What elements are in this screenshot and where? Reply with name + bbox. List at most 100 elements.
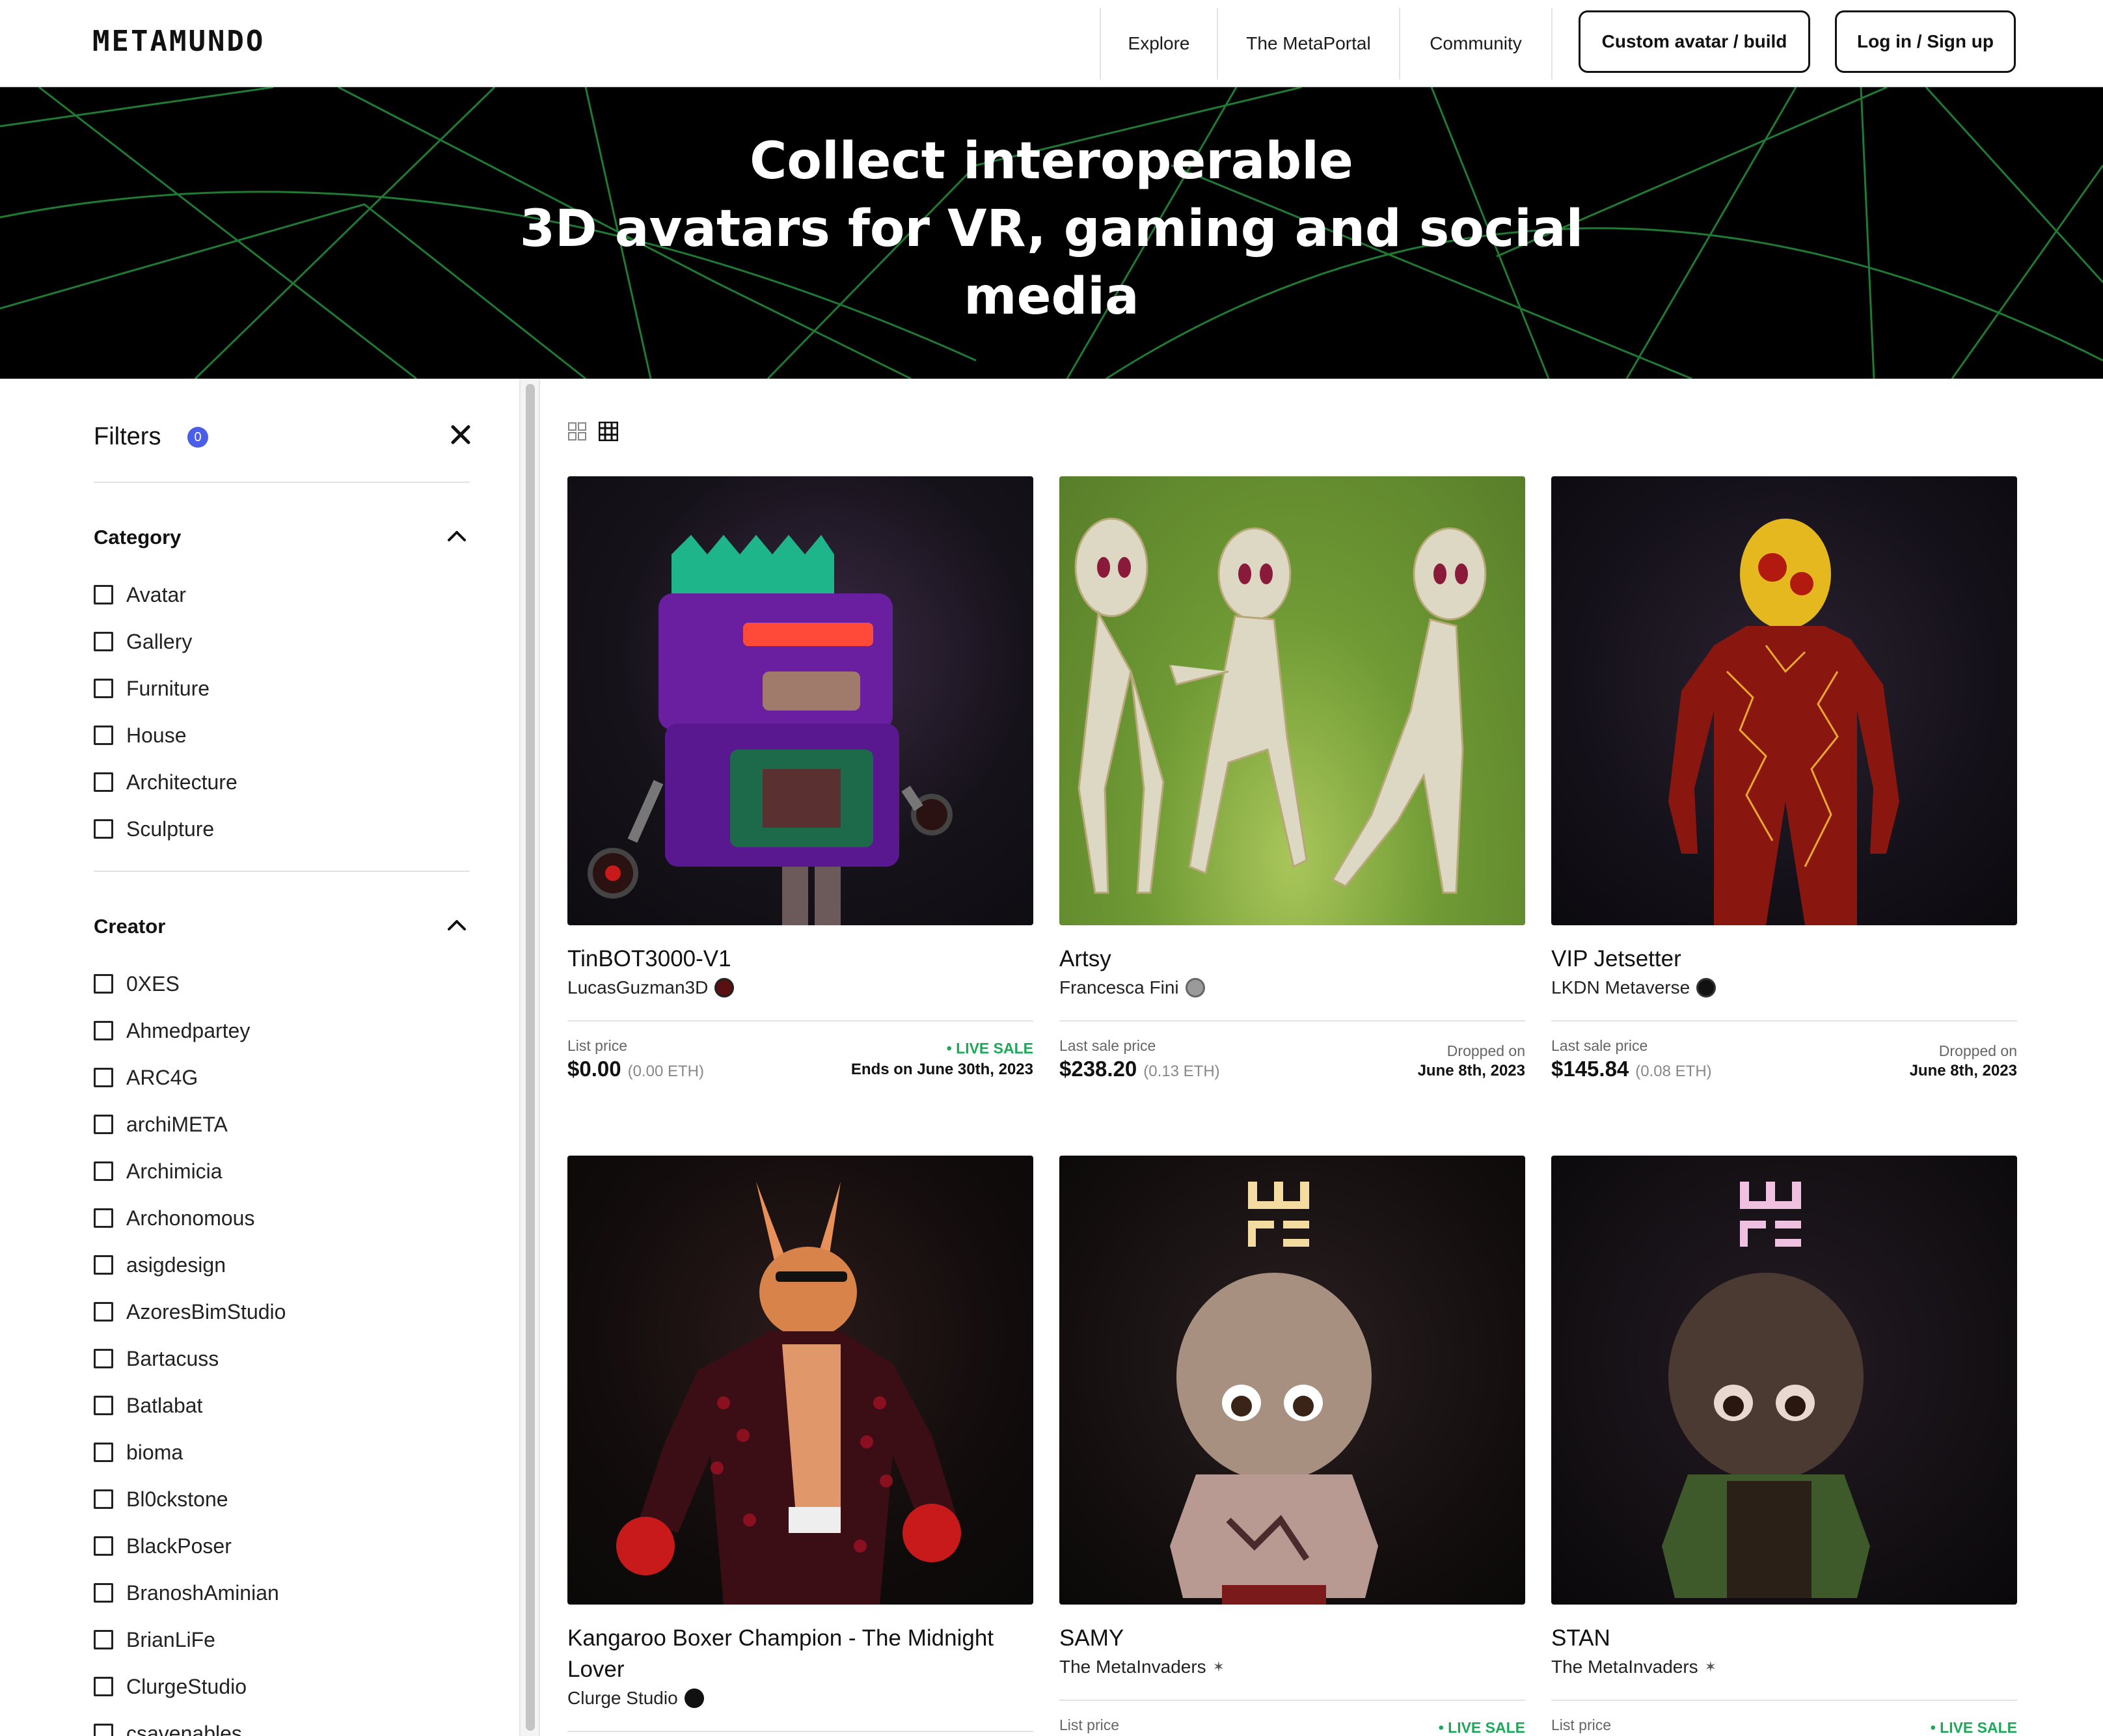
option-label: csavenables bbox=[126, 1721, 242, 1736]
product-title[interactable]: Artsy bbox=[1059, 943, 1525, 975]
small-grid-view-icon[interactable] bbox=[599, 422, 618, 441]
product-title[interactable]: SAMY bbox=[1059, 1623, 1525, 1654]
creator-option[interactable]: Bl0ckstone bbox=[94, 1485, 228, 1513]
category-option[interactable]: House bbox=[94, 721, 187, 750]
product-title[interactable]: STAN bbox=[1551, 1623, 2017, 1654]
large-grid-view-icon[interactable] bbox=[567, 422, 587, 441]
option-label: archiMETA bbox=[126, 1112, 228, 1136]
product-title[interactable]: TinBOT3000-V1 bbox=[567, 943, 1033, 975]
price-label: List price bbox=[1059, 1716, 1120, 1733]
dropped-date: June 8th, 2023 bbox=[1909, 1062, 2017, 1079]
product-card[interactable]: TinBOT3000-V1 LucasGuzman3D List price $… bbox=[567, 476, 1033, 1088]
product-thumbnail[interactable] bbox=[1059, 476, 1525, 925]
chevron-up-icon[interactable] bbox=[445, 917, 468, 933]
creator-option[interactable]: ARC4G bbox=[94, 1063, 198, 1092]
product-creator[interactable]: Clurge Studio bbox=[567, 1688, 704, 1709]
creator-option[interactable]: ClurgeStudio bbox=[94, 1672, 247, 1701]
checkbox[interactable] bbox=[94, 974, 113, 994]
nav-metaportal-link[interactable]: The MetaPortal bbox=[1217, 8, 1399, 79]
checkbox[interactable] bbox=[94, 585, 113, 604]
close-filters-icon[interactable] bbox=[448, 422, 474, 448]
checkbox[interactable] bbox=[94, 1255, 113, 1275]
product-card[interactable]: Artsy Francesca Fini Last sale price $23… bbox=[1059, 476, 1525, 1088]
checkbox[interactable] bbox=[94, 1208, 113, 1228]
custom-avatar-button[interactable]: Custom avatar / build bbox=[1579, 10, 1810, 73]
metamundo-logo[interactable]: METAMUNDO bbox=[92, 25, 265, 58]
checkbox[interactable] bbox=[94, 1724, 113, 1736]
login-signup-button[interactable]: Log in / Sign up bbox=[1835, 10, 2016, 73]
creator-option[interactable]: Ahmedpartey bbox=[94, 1016, 250, 1045]
creator-option[interactable]: archiMETA bbox=[94, 1110, 228, 1139]
creator-option[interactable]: 0XES bbox=[94, 970, 180, 998]
product-thumbnail[interactable] bbox=[1551, 476, 2017, 925]
live-sale-badge: • LIVE SALE bbox=[1930, 1719, 2017, 1736]
product-thumbnail[interactable] bbox=[1059, 1156, 1525, 1605]
creator-option[interactable]: Archonomous bbox=[94, 1204, 254, 1232]
product-card[interactable]: Kangaroo Boxer Champion - The Midnight L… bbox=[567, 1156, 1033, 1736]
product-creator[interactable]: LKDN Metaverse bbox=[1551, 977, 1716, 998]
creator-option[interactable]: Archimicia bbox=[94, 1157, 223, 1186]
product-creator[interactable]: The MetaInvaders ✶ bbox=[1059, 1657, 1225, 1677]
product-title[interactable]: VIP Jetsetter bbox=[1551, 943, 2017, 975]
product-creator[interactable]: Francesca Fini bbox=[1059, 977, 1205, 998]
checkbox[interactable] bbox=[94, 1536, 113, 1556]
nav-community-link[interactable]: Community bbox=[1399, 8, 1553, 79]
creator-option[interactable]: Bartacuss bbox=[94, 1344, 219, 1373]
product-title[interactable]: Kangaroo Boxer Champion - The Midnight L… bbox=[567, 1623, 1033, 1685]
product-card[interactable]: STAN The MetaInvaders ✶ List price • LIV… bbox=[1551, 1156, 2017, 1736]
kangaroo-image bbox=[616, 1182, 961, 1605]
checkbox[interactable] bbox=[94, 1021, 113, 1040]
price-label: Last sale price bbox=[1059, 1037, 1156, 1054]
checkbox[interactable] bbox=[94, 632, 113, 651]
creator-option[interactable]: Batlabat bbox=[94, 1391, 202, 1420]
top-navigation-bar: METAMUNDO Explore The MetaPortal Communi… bbox=[0, 0, 2103, 87]
sidebar-scroll-thumb[interactable] bbox=[526, 384, 535, 1731]
checkbox[interactable] bbox=[94, 1489, 113, 1509]
creator-option[interactable]: BlackPoser bbox=[94, 1532, 232, 1560]
product-thumbnail[interactable] bbox=[567, 476, 1033, 925]
creator-option[interactable]: bioma bbox=[94, 1438, 183, 1467]
checkbox[interactable] bbox=[94, 1068, 113, 1087]
product-thumbnail[interactable] bbox=[1551, 1156, 2017, 1605]
card-divider bbox=[1059, 1700, 1525, 1701]
creator-option[interactable]: AzoresBimStudio bbox=[94, 1297, 286, 1326]
product-creator[interactable]: LucasGuzman3D bbox=[567, 977, 735, 998]
checkbox[interactable] bbox=[94, 1396, 113, 1415]
checkbox[interactable] bbox=[94, 1630, 113, 1649]
checkbox[interactable] bbox=[94, 679, 113, 698]
category-option[interactable]: Architecture bbox=[94, 768, 237, 796]
checkbox[interactable] bbox=[94, 1349, 113, 1368]
checkbox[interactable] bbox=[94, 1161, 113, 1181]
product-card[interactable]: VIP Jetsetter LKDN Metaverse Last sale p… bbox=[1551, 476, 2017, 1088]
creator-option[interactable]: BranoshAminian bbox=[94, 1579, 279, 1607]
price-value: $238.20 (0.13 ETH) bbox=[1059, 1057, 1220, 1081]
creator-option[interactable]: csavenables bbox=[94, 1719, 242, 1736]
creator-section-title[interactable]: Creator bbox=[94, 915, 165, 938]
option-label: BrianLiFe bbox=[126, 1627, 215, 1651]
checkbox[interactable] bbox=[94, 1115, 113, 1134]
product-card[interactable]: SAMY The MetaInvaders ✶ List price • LIV… bbox=[1059, 1156, 1525, 1736]
creator-option[interactable]: BrianLiFe bbox=[94, 1625, 215, 1654]
product-thumbnail[interactable] bbox=[567, 1156, 1033, 1605]
category-option[interactable]: Gallery bbox=[94, 627, 192, 656]
checkbox[interactable] bbox=[94, 1443, 113, 1462]
option-label: House bbox=[126, 723, 187, 747]
category-option[interactable]: Sculpture bbox=[94, 815, 214, 843]
category-option[interactable]: Avatar bbox=[94, 580, 186, 609]
price-usd: $145.84 bbox=[1551, 1057, 1629, 1081]
checkbox[interactable] bbox=[94, 726, 113, 745]
nav-explore-link[interactable]: Explore bbox=[1100, 8, 1217, 79]
product-creator[interactable]: The MetaInvaders ✶ bbox=[1551, 1657, 1716, 1677]
price-label: Last sale price bbox=[1551, 1037, 1648, 1054]
category-option[interactable]: Furniture bbox=[94, 674, 210, 703]
checkbox[interactable] bbox=[94, 1583, 113, 1603]
category-section-title[interactable]: Category bbox=[94, 526, 181, 549]
hero-banner: Collect interoperable 3D avatars for VR,… bbox=[0, 87, 2103, 379]
checkbox[interactable] bbox=[94, 1302, 113, 1322]
creator-option[interactable]: asigdesign bbox=[94, 1251, 226, 1279]
creator-avatar-icon bbox=[1185, 978, 1205, 997]
checkbox[interactable] bbox=[94, 772, 113, 792]
chevron-up-icon[interactable] bbox=[445, 528, 468, 544]
checkbox[interactable] bbox=[94, 819, 113, 839]
checkbox[interactable] bbox=[94, 1677, 113, 1696]
